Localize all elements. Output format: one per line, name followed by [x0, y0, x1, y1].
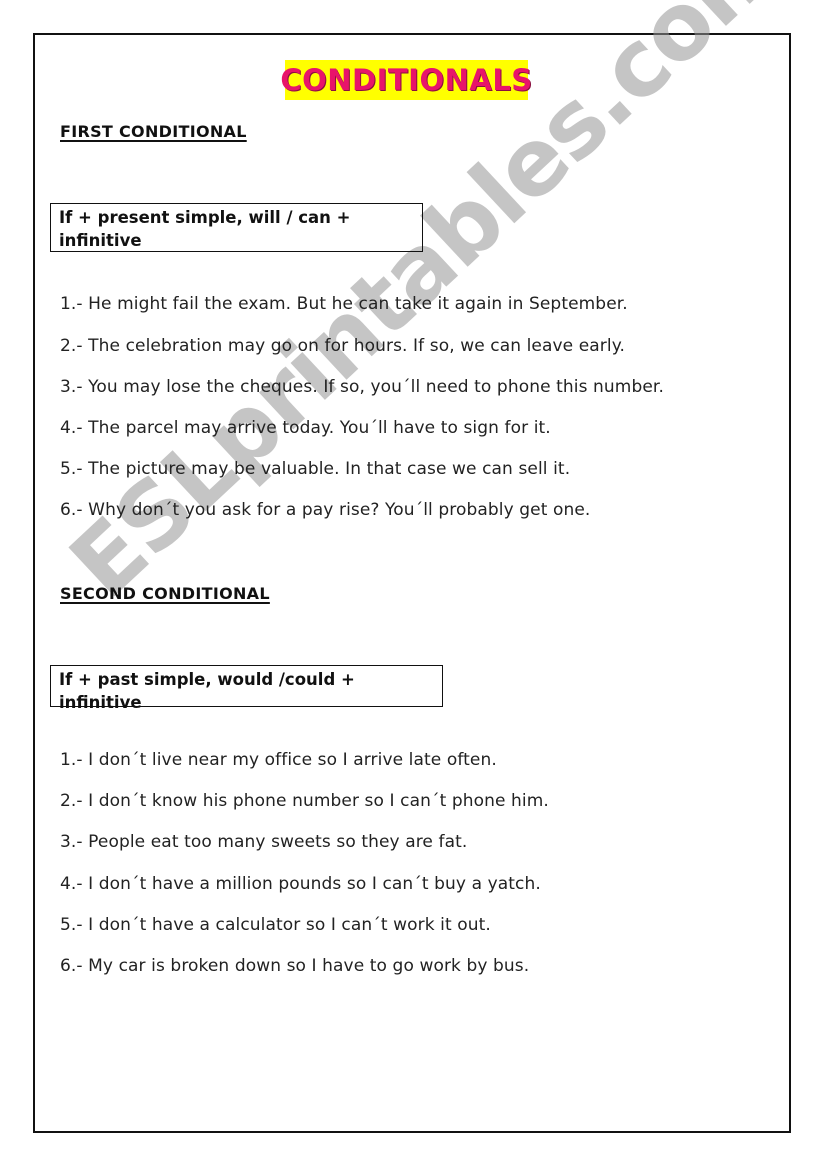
sentence-item: 1.- He might fail the exam. But he can t… [60, 294, 628, 314]
formula-box-second-conditional: If + past simple, would /could + infinit… [50, 665, 443, 712]
formula-line: If + present simple, will / can + [59, 208, 351, 227]
sentence-item: 6.- My car is broken down so I have to g… [60, 956, 530, 976]
sentence-item: 2.- I don´t know his phone number so I c… [60, 791, 549, 811]
sentence-item: 6.- Why don´t you ask for a pay rise? Yo… [60, 500, 591, 520]
sentence-item: 4.- I don´t have a million pounds so I c… [60, 874, 541, 894]
formula-line: infinitive [59, 231, 142, 250]
sentence-item: 4.- The parcel may arrive today. You´ll … [60, 418, 551, 438]
sentence-item: 5.- The picture may be valuable. In that… [60, 459, 571, 479]
sentence-item: 5.- I don´t have a calculator so I can´t… [60, 915, 491, 935]
sentence-item: 1.- I don´t live near my office so I arr… [60, 750, 497, 770]
sentence-item: 2.- The celebration may go on for hours.… [60, 336, 625, 356]
sentence-item: 3.- You may lose the cheques. If so, you… [60, 377, 664, 397]
formula-line: If + past simple, would /could + infinit… [59, 670, 355, 712]
section-heading-second-conditional: SECOND CONDITIONAL [60, 584, 270, 603]
formula-box-first-conditional: If + present simple, will / can + infini… [50, 203, 423, 252]
section-heading-first-conditional: FIRST CONDITIONAL [60, 122, 247, 141]
page-title: CONDITIONALS [280, 63, 533, 97]
sentence-item: 3.- People eat too many sweets so they a… [60, 832, 468, 852]
title-highlight: CONDITIONALS [280, 60, 532, 100]
